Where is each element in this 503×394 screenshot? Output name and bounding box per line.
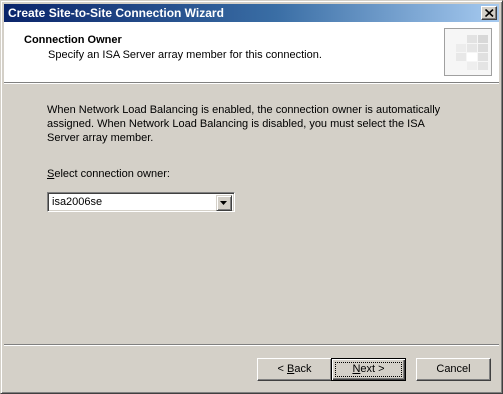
info-text: When Network Load Balancing is enabled, … (47, 104, 441, 144)
wizard-window: Create Site-to-Site Connection Wizard Co… (0, 0, 503, 394)
header-divider (4, 82, 499, 84)
next-label: ext (360, 363, 376, 375)
chevron-down-icon (220, 201, 227, 205)
connection-owner-dropdown[interactable]: isa2006se (47, 192, 235, 212)
page-subtitle: Specify an ISA Server array member for t… (48, 49, 322, 61)
title-bar[interactable]: Create Site-to-Site Connection Wizard (4, 4, 499, 22)
close-button[interactable] (481, 6, 497, 20)
back-button[interactable]: < Back (257, 358, 332, 381)
next-suffix: > (375, 363, 385, 375)
cancel-button[interactable]: Cancel (416, 358, 491, 381)
select-label-text: elect connection owner: (54, 168, 170, 180)
next-button[interactable]: Next > (331, 358, 406, 381)
wizard-logo-icon (444, 28, 492, 76)
back-prefix: < (277, 363, 287, 375)
footer-divider (4, 344, 499, 346)
wizard-header: Connection Owner Specify an ISA Server a… (4, 22, 499, 82)
dropdown-arrow-button[interactable] (216, 195, 232, 211)
back-label: ack (294, 363, 312, 375)
connection-owner-value: isa2006se (52, 196, 103, 208)
close-icon (485, 9, 494, 17)
window-title: Create Site-to-Site Connection Wizard (8, 6, 224, 20)
select-owner-label: Select connection owner: (47, 168, 170, 180)
page-title: Connection Owner (24, 34, 122, 46)
